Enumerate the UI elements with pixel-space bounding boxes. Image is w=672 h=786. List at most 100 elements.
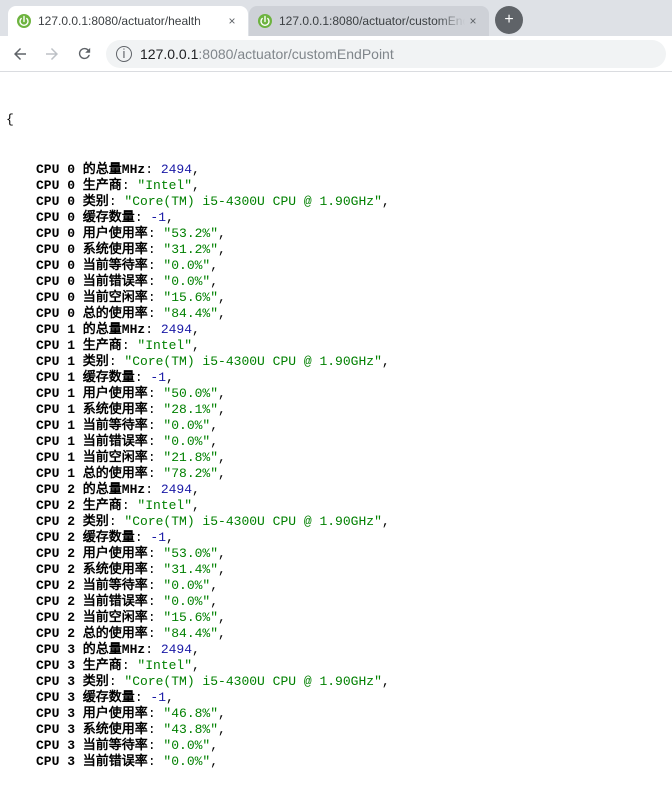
json-entry: CPU 1 当前等待率: "0.0%", bbox=[6, 418, 666, 434]
close-icon[interactable]: × bbox=[465, 13, 481, 29]
json-key: CPU 3 生产商 bbox=[36, 658, 122, 673]
json-entry: CPU 3 类别: "Core(TM) i5-4300U CPU @ 1.90G… bbox=[6, 674, 666, 690]
json-value: "0.0%" bbox=[163, 418, 210, 433]
json-entry: CPU 3 生产商: "Intel", bbox=[6, 658, 666, 674]
json-key: CPU 3 的总量MHz bbox=[36, 642, 145, 657]
json-entry: CPU 2 生产商: "Intel", bbox=[6, 498, 666, 514]
json-key: CPU 0 总的使用率 bbox=[36, 306, 148, 321]
json-value: "Intel" bbox=[137, 338, 192, 353]
json-entry: CPU 0 类别: "Core(TM) i5-4300U CPU @ 1.90G… bbox=[6, 194, 666, 210]
address-path: :8080/actuator/customEndPoint bbox=[198, 46, 393, 62]
json-value: "0.0%" bbox=[163, 578, 210, 593]
json-entry: CPU 2 当前等待率: "0.0%", bbox=[6, 578, 666, 594]
back-button[interactable] bbox=[6, 40, 34, 68]
json-entry: CPU 1 当前错误率: "0.0%", bbox=[6, 434, 666, 450]
json-entry: CPU 2 缓存数量: -1, bbox=[6, 530, 666, 546]
json-value: -1 bbox=[150, 530, 166, 545]
json-value: 2494 bbox=[161, 482, 192, 497]
json-entry: CPU 2 类别: "Core(TM) i5-4300U CPU @ 1.90G… bbox=[6, 514, 666, 530]
json-key: CPU 2 当前空闲率 bbox=[36, 610, 148, 625]
browser-tab-2[interactable]: 127.0.0.1:8080/actuator/customEndPoint × bbox=[249, 6, 489, 36]
json-entry: CPU 2 总的使用率: "84.4%", bbox=[6, 626, 666, 642]
json-value: "28.1%" bbox=[163, 402, 218, 417]
json-key: CPU 3 系统使用率 bbox=[36, 722, 148, 737]
json-value: "84.4%" bbox=[163, 306, 218, 321]
json-entry: CPU 0 当前等待率: "0.0%", bbox=[6, 258, 666, 274]
json-entry: CPU 3 缓存数量: -1, bbox=[6, 690, 666, 706]
json-value: "84.4%" bbox=[163, 626, 218, 641]
json-value: "0.0%" bbox=[163, 738, 210, 753]
json-entry: CPU 1 生产商: "Intel", bbox=[6, 338, 666, 354]
json-entries: CPU 0 的总量MHz: 2494,CPU 0 生产商: "Intel",CP… bbox=[6, 162, 666, 770]
json-key: CPU 1 当前等待率 bbox=[36, 418, 148, 433]
json-key: CPU 2 当前等待率 bbox=[36, 578, 148, 593]
json-value: 2494 bbox=[161, 642, 192, 657]
json-key: CPU 1 的总量MHz bbox=[36, 322, 145, 337]
spring-boot-icon bbox=[16, 13, 32, 29]
json-key: CPU 3 缓存数量 bbox=[36, 690, 135, 705]
json-value: -1 bbox=[150, 210, 166, 225]
json-entry: CPU 0 当前错误率: "0.0%", bbox=[6, 274, 666, 290]
tab-title: 127.0.0.1:8080/actuator/health bbox=[38, 14, 224, 28]
json-key: CPU 3 用户使用率 bbox=[36, 706, 148, 721]
json-viewer: { CPU 0 的总量MHz: 2494,CPU 0 生产商: "Intel",… bbox=[0, 72, 672, 786]
close-icon[interactable]: × bbox=[224, 13, 240, 29]
json-entry: CPU 1 缓存数量: -1, bbox=[6, 370, 666, 386]
json-entry: CPU 1 总的使用率: "78.2%", bbox=[6, 466, 666, 482]
new-tab-button[interactable]: + bbox=[495, 6, 523, 34]
json-entry: CPU 2 系统使用率: "31.4%", bbox=[6, 562, 666, 578]
json-entry: CPU 0 用户使用率: "53.2%", bbox=[6, 226, 666, 242]
json-entry: CPU 0 当前空闲率: "15.6%", bbox=[6, 290, 666, 306]
json-open-brace: { bbox=[6, 112, 666, 128]
json-entry: CPU 1 类别: "Core(TM) i5-4300U CPU @ 1.90G… bbox=[6, 354, 666, 370]
json-value: "21.8%" bbox=[163, 450, 218, 465]
toolbar: i 127.0.0.1:8080/actuator/customEndPoint bbox=[0, 36, 672, 72]
json-entry: CPU 0 生产商: "Intel", bbox=[6, 178, 666, 194]
address-host: 127.0.0.1 bbox=[140, 46, 198, 62]
browser-chrome: 127.0.0.1:8080/actuator/health × 127.0.0… bbox=[0, 0, 672, 72]
json-value: "Core(TM) i5-4300U CPU @ 1.90GHz" bbox=[124, 674, 381, 689]
json-key: CPU 0 缓存数量 bbox=[36, 210, 135, 225]
json-key: CPU 0 当前错误率 bbox=[36, 274, 148, 289]
json-key: CPU 2 当前错误率 bbox=[36, 594, 148, 609]
json-entry: CPU 0 系统使用率: "31.2%", bbox=[6, 242, 666, 258]
json-key: CPU 1 总的使用率 bbox=[36, 466, 148, 481]
json-entry: CPU 2 用户使用率: "53.0%", bbox=[6, 546, 666, 562]
json-key: CPU 3 当前错误率 bbox=[36, 754, 148, 769]
json-entry: CPU 2 当前错误率: "0.0%", bbox=[6, 594, 666, 610]
json-value: "Core(TM) i5-4300U CPU @ 1.90GHz" bbox=[124, 354, 381, 369]
json-key: CPU 1 系统使用率 bbox=[36, 402, 148, 417]
json-value: "0.0%" bbox=[163, 274, 210, 289]
forward-button[interactable] bbox=[38, 40, 66, 68]
json-value: "46.8%" bbox=[163, 706, 218, 721]
json-value: "Intel" bbox=[137, 658, 192, 673]
json-key: CPU 1 生产商 bbox=[36, 338, 122, 353]
reload-button[interactable] bbox=[70, 40, 98, 68]
json-value: "0.0%" bbox=[163, 434, 210, 449]
browser-tab-1[interactable]: 127.0.0.1:8080/actuator/health × bbox=[8, 6, 248, 36]
json-entry: CPU 1 用户使用率: "50.0%", bbox=[6, 386, 666, 402]
json-entry: CPU 1 系统使用率: "28.1%", bbox=[6, 402, 666, 418]
json-entry: CPU 1 当前空闲率: "21.8%", bbox=[6, 450, 666, 466]
json-key: CPU 0 的总量MHz bbox=[36, 162, 145, 177]
address-bar[interactable]: i 127.0.0.1:8080/actuator/customEndPoint bbox=[106, 40, 666, 68]
json-entry: CPU 3 用户使用率: "46.8%", bbox=[6, 706, 666, 722]
json-value: 2494 bbox=[161, 162, 192, 177]
json-key: CPU 0 当前空闲率 bbox=[36, 290, 148, 305]
json-entry: CPU 2 当前空闲率: "15.6%", bbox=[6, 610, 666, 626]
json-key: CPU 1 用户使用率 bbox=[36, 386, 148, 401]
site-info-icon[interactable]: i bbox=[116, 46, 132, 62]
json-value: "31.4%" bbox=[163, 562, 218, 577]
json-key: CPU 0 用户使用率 bbox=[36, 226, 148, 241]
json-value: 2494 bbox=[161, 322, 192, 337]
json-entry: CPU 2 的总量MHz: 2494, bbox=[6, 482, 666, 498]
json-value: "78.2%" bbox=[163, 466, 218, 481]
json-key: CPU 1 当前错误率 bbox=[36, 434, 148, 449]
json-key: CPU 1 缓存数量 bbox=[36, 370, 135, 385]
spring-boot-icon bbox=[257, 13, 273, 29]
json-value: "0.0%" bbox=[163, 258, 210, 273]
json-value: "Core(TM) i5-4300U CPU @ 1.90GHz" bbox=[124, 194, 381, 209]
json-key: CPU 2 生产商 bbox=[36, 498, 122, 513]
json-entry: CPU 0 的总量MHz: 2494, bbox=[6, 162, 666, 178]
json-entry: CPU 1 的总量MHz: 2494, bbox=[6, 322, 666, 338]
